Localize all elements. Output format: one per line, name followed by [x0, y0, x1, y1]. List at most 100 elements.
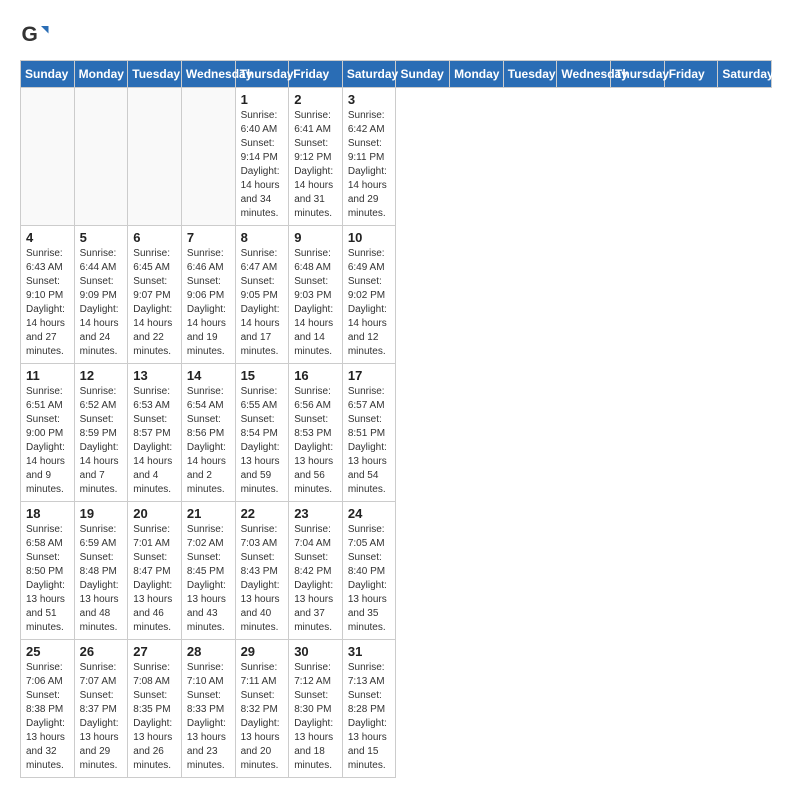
weekday-header-wednesday: Wednesday: [181, 61, 235, 88]
weekday-header-tuesday: Tuesday: [503, 61, 557, 88]
day-info: Sunrise: 6:48 AM Sunset: 9:03 PM Dayligh…: [294, 247, 337, 359]
day-number: 26: [80, 644, 123, 659]
day-info: Sunrise: 6:54 AM Sunset: 8:56 PM Dayligh…: [187, 385, 230, 497]
day-number: 1: [241, 92, 284, 107]
calendar-cell: 10Sunrise: 6:49 AM Sunset: 9:02 PM Dayli…: [342, 226, 396, 364]
calendar-cell: 29 Sunrise: 7:11 AM Sunset: 8:32 PM Dayli…: [235, 640, 289, 778]
day-number: 22: [241, 506, 284, 521]
logo-icon: G: [20, 20, 50, 50]
day-number: 18: [26, 506, 69, 521]
calendar-cell: 22 Sunrise: 7:03 AM Sunset: 8:43 PM Dayli…: [235, 502, 289, 640]
calendar-cell: 27Sunrise: 7:08 AM Sunset: 8:35 PM Dayli…: [128, 640, 182, 778]
day-info: Sunrise: 6:57 AM Sunset: 8:51 PM Dayligh…: [348, 385, 391, 497]
weekday-header-friday: Friday: [289, 61, 343, 88]
calendar-cell: 28 Sunrise: 7:10 AM Sunset: 8:33 PM Dayli…: [181, 640, 235, 778]
day-number: 11: [26, 368, 69, 383]
day-info: Sunrise: 7:07 AM Sunset: 8:37 PM Dayligh…: [80, 661, 123, 773]
day-info: Sunrise: 7:11 AM Sunset: 8:32 PM Dayligh…: [241, 661, 284, 773]
day-number: 24: [348, 506, 391, 521]
weekday-header-saturday: Saturday: [342, 61, 396, 88]
calendar-cell: 26 Sunrise: 7:07 AM Sunset: 8:37 PM Dayli…: [74, 640, 128, 778]
calendar-cell: 1 Sunrise: 6:40 AM Sunset: 9:14 PM Daylig…: [235, 88, 289, 226]
day-number: 21: [187, 506, 230, 521]
calendar-cell: 7Sunrise: 6:46 AM Sunset: 9:06 PM Daylig…: [181, 226, 235, 364]
weekday-header-monday: Monday: [450, 61, 504, 88]
calendar-cell: 3Sunrise: 6:42 AM Sunset: 9:11 PM Daylig…: [342, 88, 396, 226]
day-number: 20: [133, 506, 176, 521]
page-header: G: [20, 20, 772, 50]
day-number: 15: [241, 368, 284, 383]
day-number: 10: [348, 230, 391, 245]
day-info: Sunrise: 7:05 AM Sunset: 8:40 PM Dayligh…: [348, 523, 391, 635]
calendar-cell: 21 Sunrise: 7:02 AM Sunset: 8:45 PM Dayli…: [181, 502, 235, 640]
calendar-header-row: SundayMondayTuesdayWednesdayThursdayFrid…: [21, 61, 772, 88]
day-info: Sunrise: 6:40 AM Sunset: 9:14 PM Dayligh…: [241, 109, 284, 221]
day-info: Sunrise: 6:45 AM Sunset: 9:07 PM Dayligh…: [133, 247, 176, 359]
calendar-cell: 11 Sunrise: 6:51 AM Sunset: 9:00 PM Dayli…: [21, 364, 75, 502]
calendar-week-2: 4Sunrise: 6:43 AM Sunset: 9:10 PM Daylig…: [21, 226, 772, 364]
day-info: Sunrise: 6:52 AM Sunset: 8:59 PM Dayligh…: [80, 385, 123, 497]
day-number: 17: [348, 368, 391, 383]
calendar-cell: 16Sunrise: 6:56 AM Sunset: 8:53 PM Dayli…: [289, 364, 343, 502]
day-info: Sunrise: 6:56 AM Sunset: 8:53 PM Dayligh…: [294, 385, 337, 497]
day-number: 25: [26, 644, 69, 659]
day-number: 23: [294, 506, 337, 521]
day-number: 14: [187, 368, 230, 383]
day-number: 31: [348, 644, 391, 659]
weekday-header-friday: Friday: [664, 61, 718, 88]
weekday-header-thursday: Thursday: [611, 61, 665, 88]
calendar-cell: 2Sunrise: 6:41 AM Sunset: 9:12 PM Daylig…: [289, 88, 343, 226]
day-info: Sunrise: 7:01 AM Sunset: 8:47 PM Dayligh…: [133, 523, 176, 635]
day-info: Sunrise: 6:44 AM Sunset: 9:09 PM Dayligh…: [80, 247, 123, 359]
calendar-week-3: 11 Sunrise: 6:51 AM Sunset: 9:00 PM Dayli…: [21, 364, 772, 502]
day-number: 2: [294, 92, 337, 107]
calendar-cell: 20 Sunrise: 7:01 AM Sunset: 8:47 PM Dayli…: [128, 502, 182, 640]
day-number: 8: [241, 230, 284, 245]
day-number: 30: [294, 644, 337, 659]
calendar-cell: 6Sunrise: 6:45 AM Sunset: 9:07 PM Daylig…: [128, 226, 182, 364]
calendar-cell: [74, 88, 128, 226]
day-info: Sunrise: 6:51 AM Sunset: 9:00 PM Dayligh…: [26, 385, 69, 497]
weekday-header-monday: Monday: [74, 61, 128, 88]
calendar-cell: 23Sunrise: 7:04 AM Sunset: 8:42 PM Dayli…: [289, 502, 343, 640]
calendar-cell: 25 Sunrise: 7:06 AM Sunset: 8:38 PM Dayli…: [21, 640, 75, 778]
day-number: 29: [241, 644, 284, 659]
day-info: Sunrise: 6:47 AM Sunset: 9:05 PM Dayligh…: [241, 247, 284, 359]
calendar-week-4: 18 Sunrise: 6:58 AM Sunset: 8:50 PM Dayli…: [21, 502, 772, 640]
day-info: Sunrise: 7:06 AM Sunset: 8:38 PM Dayligh…: [26, 661, 69, 773]
logo: G: [20, 20, 52, 50]
calendar-cell: 17 Sunrise: 6:57 AM Sunset: 8:51 PM Dayli…: [342, 364, 396, 502]
calendar-cell: [128, 88, 182, 226]
calendar-cell: 30 Sunrise: 7:12 AM Sunset: 8:30 PM Dayli…: [289, 640, 343, 778]
calendar-cell: 18 Sunrise: 6:58 AM Sunset: 8:50 PM Dayli…: [21, 502, 75, 640]
day-info: Sunrise: 6:58 AM Sunset: 8:50 PM Dayligh…: [26, 523, 69, 635]
day-info: Sunrise: 6:53 AM Sunset: 8:57 PM Dayligh…: [133, 385, 176, 497]
calendar-cell: 19 Sunrise: 6:59 AM Sunset: 8:48 PM Dayli…: [74, 502, 128, 640]
calendar-cell: 31 Sunrise: 7:13 AM Sunset: 8:28 PM Dayli…: [342, 640, 396, 778]
day-info: Sunrise: 7:03 AM Sunset: 8:43 PM Dayligh…: [241, 523, 284, 635]
day-info: Sunrise: 7:12 AM Sunset: 8:30 PM Dayligh…: [294, 661, 337, 773]
day-info: Sunrise: 7:10 AM Sunset: 8:33 PM Dayligh…: [187, 661, 230, 773]
day-info: Sunrise: 6:59 AM Sunset: 8:48 PM Dayligh…: [80, 523, 123, 635]
svg-text:G: G: [22, 23, 38, 46]
day-info: Sunrise: 6:43 AM Sunset: 9:10 PM Dayligh…: [26, 247, 69, 359]
day-number: 28: [187, 644, 230, 659]
weekday-header-sunday: Sunday: [21, 61, 75, 88]
day-info: Sunrise: 7:13 AM Sunset: 8:28 PM Dayligh…: [348, 661, 391, 773]
calendar-cell: 12Sunrise: 6:52 AM Sunset: 8:59 PM Dayli…: [74, 364, 128, 502]
day-number: 19: [80, 506, 123, 521]
weekday-header-sunday: Sunday: [396, 61, 450, 88]
day-number: 13: [133, 368, 176, 383]
day-number: 3: [348, 92, 391, 107]
day-number: 7: [187, 230, 230, 245]
calendar-table: SundayMondayTuesdayWednesdayThursdayFrid…: [20, 60, 772, 778]
calendar-cell: 13 Sunrise: 6:53 AM Sunset: 8:57 PM Dayli…: [128, 364, 182, 502]
weekday-header-thursday: Thursday: [235, 61, 289, 88]
calendar-cell: 14 Sunrise: 6:54 AM Sunset: 8:56 PM Dayli…: [181, 364, 235, 502]
calendar-cell: [181, 88, 235, 226]
calendar-week-1: 1 Sunrise: 6:40 AM Sunset: 9:14 PM Daylig…: [21, 88, 772, 226]
calendar-cell: 9Sunrise: 6:48 AM Sunset: 9:03 PM Daylig…: [289, 226, 343, 364]
calendar-cell: 24 Sunrise: 7:05 AM Sunset: 8:40 PM Dayli…: [342, 502, 396, 640]
day-info: Sunrise: 7:02 AM Sunset: 8:45 PM Dayligh…: [187, 523, 230, 635]
calendar-week-5: 25 Sunrise: 7:06 AM Sunset: 8:38 PM Dayli…: [21, 640, 772, 778]
